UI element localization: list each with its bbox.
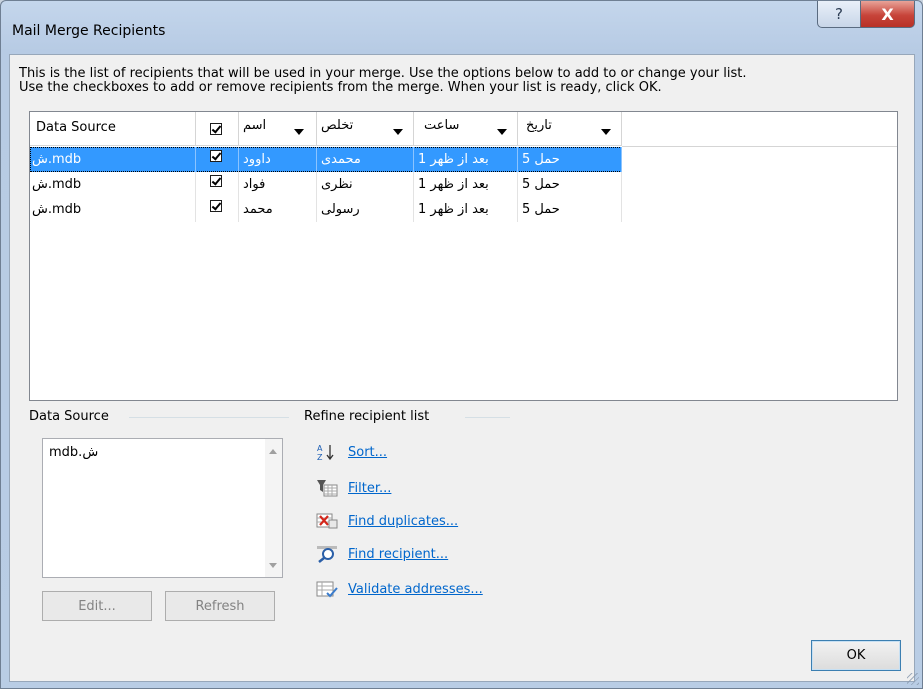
- cell-data-source: ش.mdb: [30, 147, 196, 172]
- cell-time: بعد از ظهر 1: [414, 147, 518, 172]
- data-source-group-label: Data Source: [29, 409, 109, 424]
- dialog-title: Mail Merge Recipients: [12, 23, 166, 39]
- column-header-label: اسم: [243, 118, 267, 133]
- listbox-scrollbar[interactable]: [265, 439, 282, 577]
- sort-link-row[interactable]: AZ Sort...: [316, 442, 387, 462]
- recipients-grid[interactable]: Data Source اسم تخلص ساعت تاریخ ش.mdb دا…: [29, 111, 898, 401]
- refine-group-label: Refine recipient list: [304, 409, 430, 424]
- close-button[interactable]: X: [860, 1, 915, 28]
- column-header-label: ساعت: [424, 118, 460, 133]
- cell-name: محمد: [239, 197, 317, 222]
- magnifier-icon: [316, 545, 338, 563]
- cell-date: حمل 5: [518, 147, 622, 172]
- column-header-date[interactable]: تاریخ: [518, 112, 622, 146]
- edit-button[interactable]: Edit...: [42, 591, 152, 621]
- cell-name: فواد: [239, 172, 317, 197]
- cell-date: حمل 5: [518, 172, 622, 197]
- cell-data-source: ش.mdb: [30, 197, 196, 222]
- find-duplicates-link[interactable]: Find duplicates...: [348, 514, 458, 529]
- find-duplicates-link-row[interactable]: Find duplicates...: [316, 511, 458, 531]
- title-bar[interactable]: Mail Merge Recipients ? X: [1, 1, 922, 53]
- row-checkbox[interactable]: [210, 150, 222, 162]
- cell-data-source: ش.mdb: [30, 172, 196, 197]
- cell-surname: محمدی: [317, 147, 414, 172]
- find-recipient-link-row[interactable]: Find recipient...: [316, 544, 448, 564]
- help-button[interactable]: ?: [817, 1, 861, 28]
- cell-checkbox[interactable]: [196, 172, 239, 197]
- column-header-label: تخلص: [321, 118, 354, 133]
- dropdown-arrow-icon[interactable]: [601, 129, 611, 135]
- column-header-checkbox[interactable]: [196, 112, 239, 146]
- data-source-list-item[interactable]: mdb.ش: [49, 445, 98, 460]
- table-row[interactable]: ش.mdb فواد نظری بعد از ظهر 1 حمل 5: [30, 172, 622, 197]
- refresh-button[interactable]: Refresh: [165, 591, 275, 621]
- dropdown-arrow-icon[interactable]: [393, 129, 403, 135]
- cell-checkbox[interactable]: [196, 197, 239, 222]
- row-checkbox[interactable]: [210, 200, 222, 212]
- column-header-label: تاریخ: [526, 118, 552, 133]
- column-header-data-source[interactable]: Data Source: [30, 112, 196, 146]
- help-icon: ?: [835, 5, 843, 23]
- svg-text:Z: Z: [317, 453, 323, 461]
- filter-link[interactable]: Filter...: [348, 481, 391, 496]
- validate-addresses-link[interactable]: Validate addresses...: [348, 582, 483, 597]
- intro-line-2: Use the checkboxes to add or remove reci…: [19, 80, 662, 95]
- mail-merge-recipients-dialog: Mail Merge Recipients ? X This is the li…: [0, 0, 923, 689]
- column-header-label: Data Source: [36, 120, 116, 135]
- table-row[interactable]: ش.mdb داوود محمدی بعد از ظهر 1 حمل 5: [30, 147, 622, 172]
- cell-surname: نظری: [317, 172, 414, 197]
- sort-link[interactable]: Sort...: [348, 445, 387, 460]
- data-source-group-divider: [129, 417, 289, 418]
- filter-icon: [316, 479, 338, 497]
- data-source-listbox[interactable]: mdb.ش: [42, 438, 283, 578]
- intro-line-1: This is the list of recipients that will…: [19, 66, 747, 81]
- ok-button[interactable]: OK: [811, 640, 901, 671]
- column-header-surname[interactable]: تخلص: [317, 112, 414, 146]
- table-row[interactable]: ش.mdb محمد رسولی بعد از ظهر 1 حمل 5: [30, 197, 622, 222]
- intro-text: This is the list of recipients that will…: [19, 67, 746, 95]
- cell-time: بعد از ظهر 1: [414, 197, 518, 222]
- cell-checkbox[interactable]: [196, 147, 239, 172]
- column-header-name[interactable]: اسم: [239, 112, 317, 146]
- filter-link-row[interactable]: Filter...: [316, 478, 391, 498]
- close-icon: X: [881, 4, 894, 24]
- header-filler: [622, 112, 897, 147]
- cell-date: حمل 5: [518, 197, 622, 222]
- scroll-up-arrow-icon[interactable]: [269, 449, 277, 454]
- row-checkbox[interactable]: [210, 175, 222, 187]
- dropdown-arrow-icon[interactable]: [294, 129, 304, 135]
- dropdown-arrow-icon[interactable]: [497, 129, 507, 135]
- validate-addresses-link-row[interactable]: Validate addresses...: [316, 579, 483, 599]
- cell-name: داوود: [239, 147, 317, 172]
- svg-text:A: A: [317, 444, 323, 453]
- sort-az-icon: AZ: [316, 443, 338, 462]
- scroll-down-arrow-icon[interactable]: [269, 563, 277, 568]
- validate-addresses-icon: [316, 580, 338, 598]
- find-recipient-link[interactable]: Find recipient...: [348, 547, 448, 562]
- find-duplicates-icon: [316, 512, 338, 530]
- select-all-checkbox[interactable]: [210, 123, 222, 135]
- cell-time: بعد از ظهر 1: [414, 172, 518, 197]
- column-header-time[interactable]: ساعت: [414, 112, 518, 146]
- cell-surname: رسولی: [317, 197, 414, 222]
- refine-group-divider: [465, 417, 510, 418]
- resize-grip-icon[interactable]: [907, 673, 919, 685]
